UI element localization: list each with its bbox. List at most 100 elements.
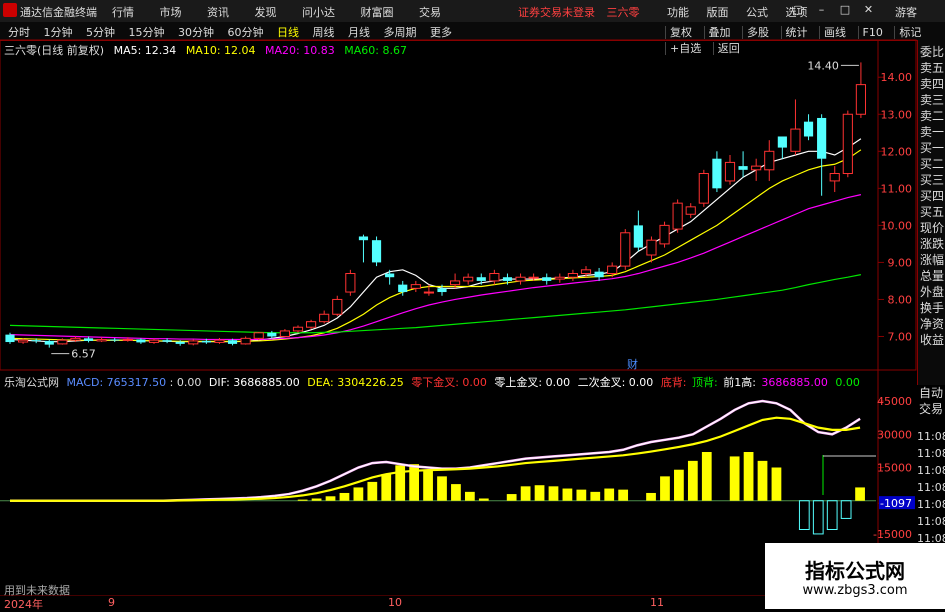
macd-bar	[729, 456, 740, 501]
ma10-value: MA10: 12.04	[185, 44, 256, 57]
candle-body	[817, 117, 827, 159]
quote-price[interactable]: 现价	[918, 220, 945, 236]
quote-buy4[interactable]: 买四	[918, 188, 945, 204]
candle-body	[57, 339, 68, 345]
quote-sell1[interactable]: 卖一	[918, 124, 945, 140]
quote-sell3[interactable]: 卖三	[918, 92, 945, 108]
macd-bar	[826, 500, 838, 531]
candle-body	[423, 291, 434, 294]
macd-bar	[367, 481, 378, 501]
candle-body	[371, 240, 382, 263]
ma20-value: MA20: 10.83	[265, 44, 335, 57]
quote-volume[interactable]: 总量	[918, 268, 945, 284]
macd-bar	[478, 498, 489, 501]
quote-change-pct[interactable]: 涨幅	[918, 252, 945, 268]
candle-body	[580, 269, 592, 275]
macd-bar	[743, 452, 754, 501]
candle-body	[96, 338, 107, 342]
ma60-value: MA60: 8.67	[344, 44, 407, 57]
candle-body	[476, 277, 486, 281]
candle-body	[162, 340, 172, 342]
auto-label[interactable]: 自动	[917, 385, 945, 401]
candle-body	[410, 284, 421, 289]
candle-body	[279, 330, 290, 337]
watermark-title: 指标公式网	[805, 559, 905, 583]
quote-sell2[interactable]: 卖二	[918, 108, 945, 124]
ind-right-label: 11:08	[917, 464, 945, 477]
candle-body	[253, 332, 264, 339]
candle-body	[358, 236, 369, 241]
quote-change[interactable]: 涨跌	[918, 236, 945, 252]
quote-buy3[interactable]: 买三	[918, 172, 945, 188]
quote-weibi[interactable]: 委比	[918, 44, 945, 60]
candle-body	[148, 339, 160, 343]
candle-body	[110, 339, 120, 341]
candle-body	[292, 326, 304, 332]
trade-label[interactable]: 交易	[917, 401, 945, 417]
quote-sell4[interactable]: 卖四	[918, 76, 945, 92]
quote-earnings[interactable]: 收益	[918, 332, 945, 348]
ind-l7: 3686885.00	[761, 376, 828, 389]
macd-bar	[757, 460, 768, 501]
candle-body	[738, 166, 748, 170]
candle-body	[777, 136, 787, 148]
candle-body	[790, 128, 801, 152]
candle-body	[712, 158, 722, 189]
indicator-header: 乐淘公式网 MACD: 765317.50 : 0.00 DIF: 368688…	[4, 374, 860, 390]
macd-bar	[812, 500, 824, 535]
candle-body	[345, 273, 356, 293]
watermark: 指标公式网 www.zbgs3.com	[765, 543, 945, 609]
candle-body	[201, 340, 211, 343]
candle-body	[31, 340, 41, 342]
candle-body	[554, 276, 565, 280]
candle-body	[724, 161, 736, 182]
low-price-label: 6.57	[71, 348, 96, 361]
candle-body	[751, 165, 762, 171]
candle-body	[214, 339, 225, 343]
quote-net-asset[interactable]: 净资	[918, 316, 945, 332]
ma-line-ma20	[9, 194, 862, 341]
quote-turnover[interactable]: 换手	[918, 300, 945, 316]
quote-sell5[interactable]: 卖五	[918, 60, 945, 76]
candle-body	[594, 271, 604, 278]
price-axis-label: 14.00	[881, 71, 913, 84]
quote-buy5[interactable]: 买五	[918, 204, 945, 220]
macd-bar	[771, 467, 782, 501]
indicator-name[interactable]: 乐淘公式网	[4, 376, 59, 389]
candle-body	[659, 224, 670, 245]
macd-value: MACD: 765317.50	[66, 376, 167, 389]
quote-outer[interactable]: 外盘	[918, 284, 945, 300]
macd-bar	[451, 484, 461, 501]
candle-body	[175, 341, 185, 344]
price-axis-label: 9.00	[888, 256, 913, 269]
candle-body	[463, 276, 474, 282]
macd-bar	[520, 486, 531, 501]
candle-body	[764, 150, 775, 171]
candle-body	[332, 298, 343, 315]
macd-bar	[646, 492, 656, 501]
candle-body	[855, 84, 866, 115]
quote-buy2[interactable]: 买二	[918, 156, 945, 172]
candle-body	[803, 121, 814, 137]
price-axis-label: 12.00	[881, 145, 913, 158]
auto-trade-panel: 自动 交易	[917, 385, 945, 425]
price-axis-label: 13.00	[881, 108, 913, 121]
candle-body	[227, 340, 238, 344]
quote-buy1[interactable]: 买一	[918, 140, 945, 156]
kline-chart[interactable]: 14.00 13.00 12.00 11.00 10.00 9.00 8.00 7.00 14.…	[0, 0, 945, 609]
candle-body	[44, 340, 54, 345]
macd-bar	[381, 474, 392, 501]
candle-body	[698, 173, 709, 204]
macd-bar	[423, 469, 433, 501]
macd-bar	[798, 500, 810, 531]
candle-body	[515, 276, 526, 282]
candle-body	[528, 276, 539, 279]
stock-period-label: 三六零(日线 前复权)	[4, 44, 105, 57]
candle-body	[685, 206, 696, 215]
candle-body	[646, 239, 657, 256]
candle-body	[607, 265, 618, 275]
macd-bar	[840, 500, 852, 519]
candle-body	[620, 232, 631, 267]
ind-v0: : 0.00	[169, 376, 202, 389]
ind-l4: 底背:	[660, 376, 691, 389]
